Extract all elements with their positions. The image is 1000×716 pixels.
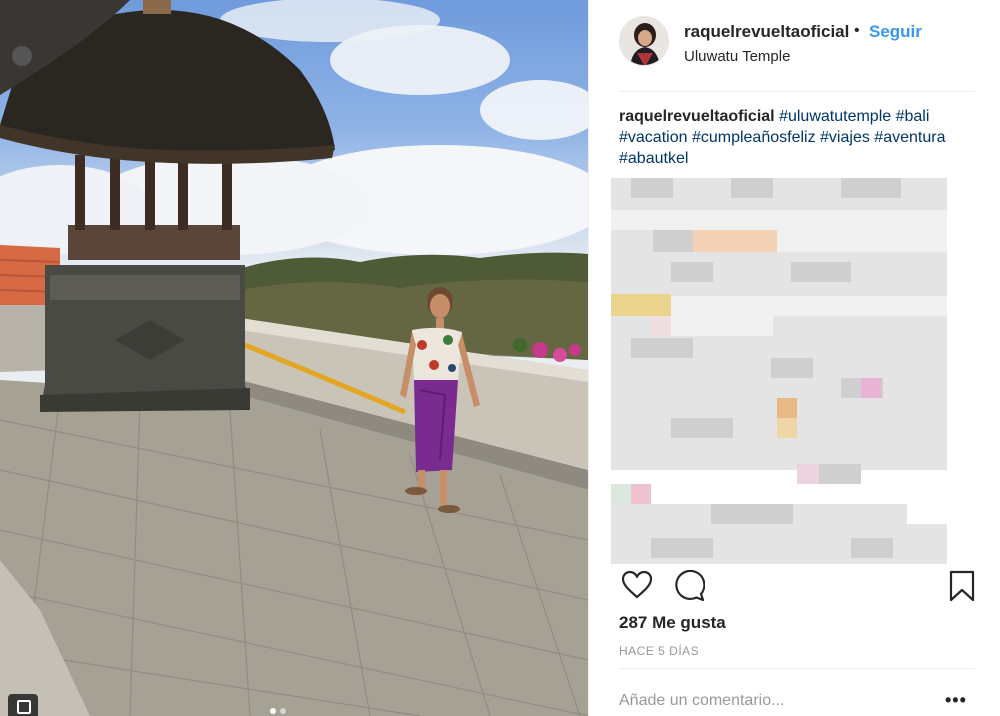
carousel-dot-active [270,708,276,714]
header-separator: • [854,22,860,39]
header-divider [619,91,975,92]
follow-button[interactable]: Seguir [869,22,922,42]
hashtag-link[interactable]: #viajes [820,129,870,146]
hashtag-link[interactable]: #aventura [874,129,945,146]
hashtag-link[interactable]: #abautkel [619,150,688,167]
pixelated-comments-image [611,178,947,564]
caption-username[interactable]: raquelrevueltaoficial [619,108,775,125]
comment-input[interactable] [619,688,939,714]
avatar-image [620,17,668,65]
avatar[interactable] [619,16,669,66]
carousel-dot [280,708,286,714]
blurred-comments [611,178,967,564]
hashtag-link[interactable]: #vacation [619,129,688,146]
heart-icon[interactable] [621,570,653,605]
more-options-button[interactable]: ••• [945,690,967,711]
bookmark-icon[interactable] [949,570,975,607]
post-photo[interactable] [0,0,588,716]
temple-photo-illustration [0,0,588,716]
carousel-dots [270,708,286,714]
comment-divider [619,668,975,669]
location-link[interactable]: Uluwatu Temple [684,48,790,65]
username-link[interactable]: raquelrevueltaoficial [684,22,849,42]
likes-count[interactable]: 287 Me gusta [619,613,726,633]
comment-bubble-icon[interactable] [673,569,706,607]
hashtag-link[interactable]: #uluwatutemple [779,108,891,125]
post-caption: raquelrevueltaoficial #uluwatutemple #ba… [619,106,969,169]
post-header: raquelrevueltaoficial • Seguir Uluwatu T… [589,0,1000,90]
hashtag-link[interactable]: #cumpleañosfeliz [692,129,816,146]
post-actions [619,569,975,607]
hashtag-link[interactable]: #bali [896,108,930,125]
post-side-panel: raquelrevueltaoficial • Seguir Uluwatu T… [588,0,1000,716]
multiple-photos-icon [8,694,38,716]
post-timestamp[interactable]: HACE 5 DÍAS [619,644,699,658]
